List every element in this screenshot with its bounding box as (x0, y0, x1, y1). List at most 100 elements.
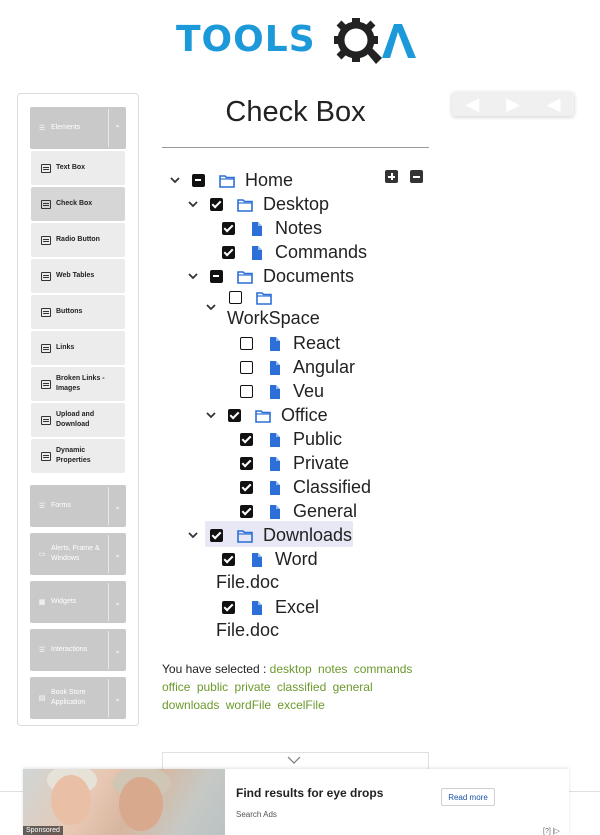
collapse-icon[interactable]: ⌃ (108, 109, 126, 147)
file-icon (267, 504, 283, 519)
tree-label[interactable]: Commands (275, 242, 367, 263)
chevron-down-icon[interactable] (186, 200, 200, 208)
sponsored-label: Sponsored (23, 826, 63, 835)
ad-image[interactable]: Sponsored (23, 769, 225, 835)
selection-result: You have selected : desktop notes comman… (162, 660, 430, 714)
tree-label[interactable]: Angular (293, 357, 355, 378)
toolsqa-logo[interactable]: TOOLS (176, 12, 418, 68)
group-widgets[interactable]: ▦ Widgets ⌄ (30, 581, 126, 623)
tree-label[interactable]: Office (281, 405, 328, 426)
tree-node-downloads: Downloads (186, 523, 352, 547)
checkbox-veu[interactable] (240, 384, 253, 398)
menu-item-label: Text Box (56, 164, 86, 171)
tree-label[interactable]: Public (293, 429, 342, 450)
bottom-ad[interactable]: Sponsored Find results for eye drops Sea… (23, 769, 569, 835)
menu-item-links[interactable]: Links (31, 331, 125, 365)
expand-icon[interactable]: ⌄ (108, 679, 126, 717)
chevron-down-icon[interactable] (168, 176, 182, 184)
group-interactions[interactable]: ☰ Interactions ⌄ (30, 629, 126, 671)
checkbox-desktop[interactable] (210, 197, 223, 211)
tree-label[interactable]: Excel (275, 597, 319, 618)
tree-label[interactable]: Word (275, 549, 318, 570)
checkbox-angular[interactable] (240, 360, 253, 374)
expand-icon[interactable]: ⌄ (108, 583, 126, 621)
tree-label[interactable]: General (293, 501, 357, 522)
checkbox-react[interactable] (240, 336, 253, 350)
logo-qa-icon (334, 18, 416, 64)
tree-label[interactable]: Downloads (263, 525, 352, 546)
tree-label[interactable]: Private (293, 453, 349, 474)
menu-item-web-tables[interactable]: Web Tables (31, 259, 125, 293)
menu-item-radio-button[interactable]: Radio Button (31, 223, 125, 257)
expand-all-button[interactable] (385, 170, 398, 183)
menu-item-label: Broken Links - Images (56, 375, 105, 392)
group-alerts-frame-windows[interactable]: ▭ Alerts, Frame & Windows ⌄ (30, 533, 126, 575)
menu-item-label: Dynamic Properties (56, 447, 91, 464)
chevron-down-icon[interactable] (186, 531, 200, 539)
tree-label[interactable]: Classified (293, 477, 371, 498)
checkbox-classified[interactable] (240, 480, 253, 494)
expand-icon[interactable]: ⌄ (108, 487, 126, 525)
tree-node-public: Public (240, 427, 342, 451)
checkbox-documents[interactable] (210, 269, 223, 283)
checkbox-downloads[interactable] (210, 528, 223, 542)
menu-item-dynamic-properties[interactable]: Dynamic Properties (31, 439, 125, 473)
menu-item-broken-links[interactable]: Broken Links - Images (31, 367, 125, 401)
list-icon: ☰ (38, 503, 46, 510)
checkbox-private[interactable] (240, 456, 253, 470)
menu-item-text-box[interactable]: Text Box (31, 151, 125, 185)
result-item: wordFile (225, 698, 272, 712)
tree-label[interactable]: React (293, 333, 340, 354)
expand-icon[interactable]: ⌄ (108, 631, 126, 669)
group-label: Interactions (51, 646, 88, 653)
folder-icon (237, 270, 253, 284)
document-icon (41, 271, 51, 281)
result-item: downloads (162, 698, 220, 712)
checkbox-home[interactable] (192, 173, 205, 187)
checkbox-workspace[interactable] (229, 290, 242, 304)
group-forms[interactable]: ☰ Forms ⌄ (30, 485, 126, 527)
file-icon (267, 336, 283, 351)
document-icon (41, 235, 51, 245)
collapse-all-button[interactable] (410, 170, 423, 183)
tree-label[interactable]: Notes (275, 218, 322, 239)
read-more-button[interactable]: Read more (441, 788, 495, 806)
file-icon (249, 600, 265, 615)
checkbox-commands[interactable] (222, 245, 235, 259)
tree-label[interactable]: Home (245, 170, 293, 191)
chevron-down-icon[interactable] (204, 304, 218, 311)
side-ad-banner[interactable]: ◀ ▶ ◀ (452, 92, 574, 116)
tree-label[interactable]: Desktop (263, 194, 329, 215)
tree-label[interactable]: Veu (293, 381, 324, 402)
tree-label-excel-file[interactable]: File.doc (216, 620, 279, 641)
result-item: classified (276, 680, 327, 694)
group-book-store[interactable]: ▤ Book Store Application ⌄ (30, 677, 126, 719)
checkbox-office[interactable] (228, 408, 241, 422)
file-icon (267, 456, 283, 471)
tree-label[interactable]: Documents (263, 266, 354, 287)
group-elements[interactable]: ☰ Elements ⌃ (30, 107, 126, 149)
ad-info-icon[interactable]: [?] |▷ (543, 827, 560, 835)
grid-icon: ▦ (38, 599, 46, 606)
checkbox-general[interactable] (240, 504, 253, 518)
folder-icon (237, 198, 253, 212)
checkbox-notes[interactable] (222, 221, 235, 235)
checkbox-word-file[interactable] (222, 552, 235, 566)
ad-title[interactable]: Find results for eye drops (236, 786, 383, 800)
file-icon (249, 245, 265, 260)
chevron-down-icon[interactable] (186, 272, 200, 280)
file-icon (249, 221, 265, 236)
chevron-down-icon[interactable] (204, 411, 218, 419)
tree-label-word-file[interactable]: File.doc (216, 572, 279, 593)
tree-node-documents: Documents (186, 264, 354, 288)
expand-icon[interactable]: ⌄ (108, 535, 126, 573)
checkbox-excel-file[interactable] (222, 600, 235, 614)
chevron-down-icon[interactable] (287, 756, 301, 764)
tree-label-workspace[interactable]: WorkSpace (227, 308, 320, 329)
menu-item-check-box[interactable]: Check Box (31, 187, 125, 221)
menu-item-upload-download[interactable]: Upload and Download (31, 403, 125, 437)
document-icon (41, 163, 51, 173)
checkbox-public[interactable] (240, 432, 253, 446)
tree-node-angular: Angular (240, 355, 355, 379)
menu-item-buttons[interactable]: Buttons (31, 295, 125, 329)
